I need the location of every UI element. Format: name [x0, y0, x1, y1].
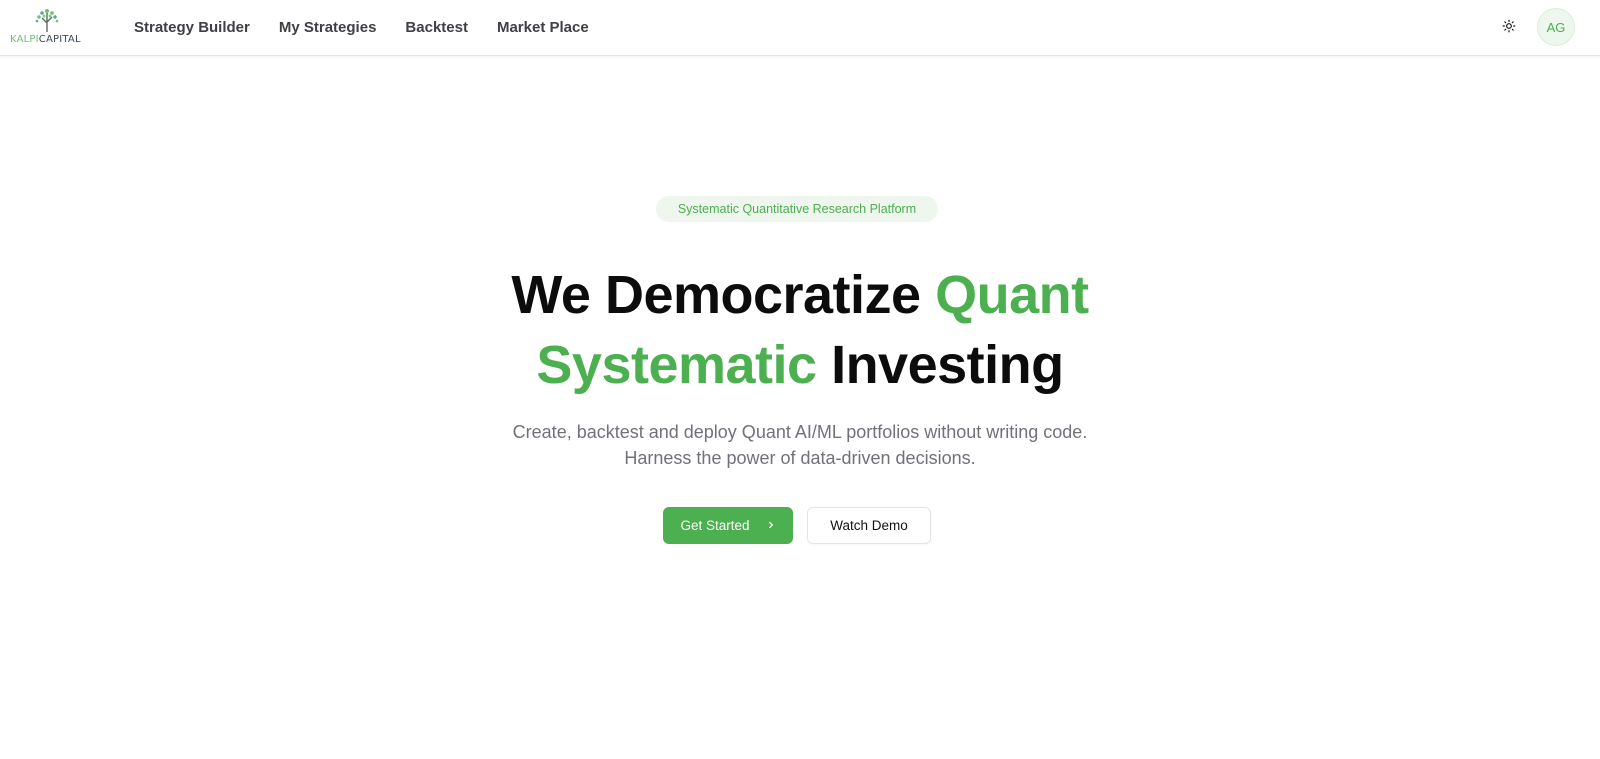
watch-demo-button[interactable]: Watch Demo	[807, 507, 931, 544]
logo-wordmark: KALPICAPITAL	[10, 34, 86, 45]
nav-backtest[interactable]: Backtest	[405, 19, 468, 36]
main-nav: Strategy Builder My Strategies Backtest …	[134, 0, 618, 54]
nav-my-strategies[interactable]: My Strategies	[279, 19, 377, 36]
hero-subtitle: Create, backtest and deploy Quant AI/ML …	[0, 419, 1600, 471]
headline-highlight-1: Quant	[935, 265, 1089, 325]
headline-text-1: We Democratize	[511, 265, 936, 325]
nav-market-place[interactable]: Market Place	[497, 19, 589, 36]
get-started-label: Get Started	[680, 518, 750, 533]
nav-strategy-builder[interactable]: Strategy Builder	[134, 19, 250, 36]
hero-subtitle-line2: Harness the power of data-driven decisio…	[624, 448, 976, 468]
brand-logo[interactable]: KALPICAPITAL	[10, 8, 86, 46]
top-navbar: KALPICAPITAL Strategy Builder My Strateg…	[0, 0, 1600, 56]
sun-icon	[1502, 19, 1516, 33]
headline-highlight-2: Systematic	[536, 335, 817, 395]
logo-wordmark-part2: CAPITAL	[38, 34, 81, 45]
chevron-right-icon	[766, 519, 776, 533]
user-avatar[interactable]: AG	[1537, 8, 1575, 46]
hero-headline: We Democratize Quant Systematic Investin…	[0, 260, 1600, 400]
get-started-button[interactable]: Get Started	[663, 507, 793, 544]
tree-logo-icon	[35, 9, 59, 32]
theme-toggle-button[interactable]	[1496, 13, 1522, 39]
hero-badge: Systematic Quantitative Research Platfor…	[656, 196, 938, 222]
logo-wordmark-part1: KALPI	[10, 34, 39, 45]
headline-text-2: Investing	[816, 335, 1064, 395]
hero-subtitle-line1: Create, backtest and deploy Quant AI/ML …	[512, 422, 1088, 442]
